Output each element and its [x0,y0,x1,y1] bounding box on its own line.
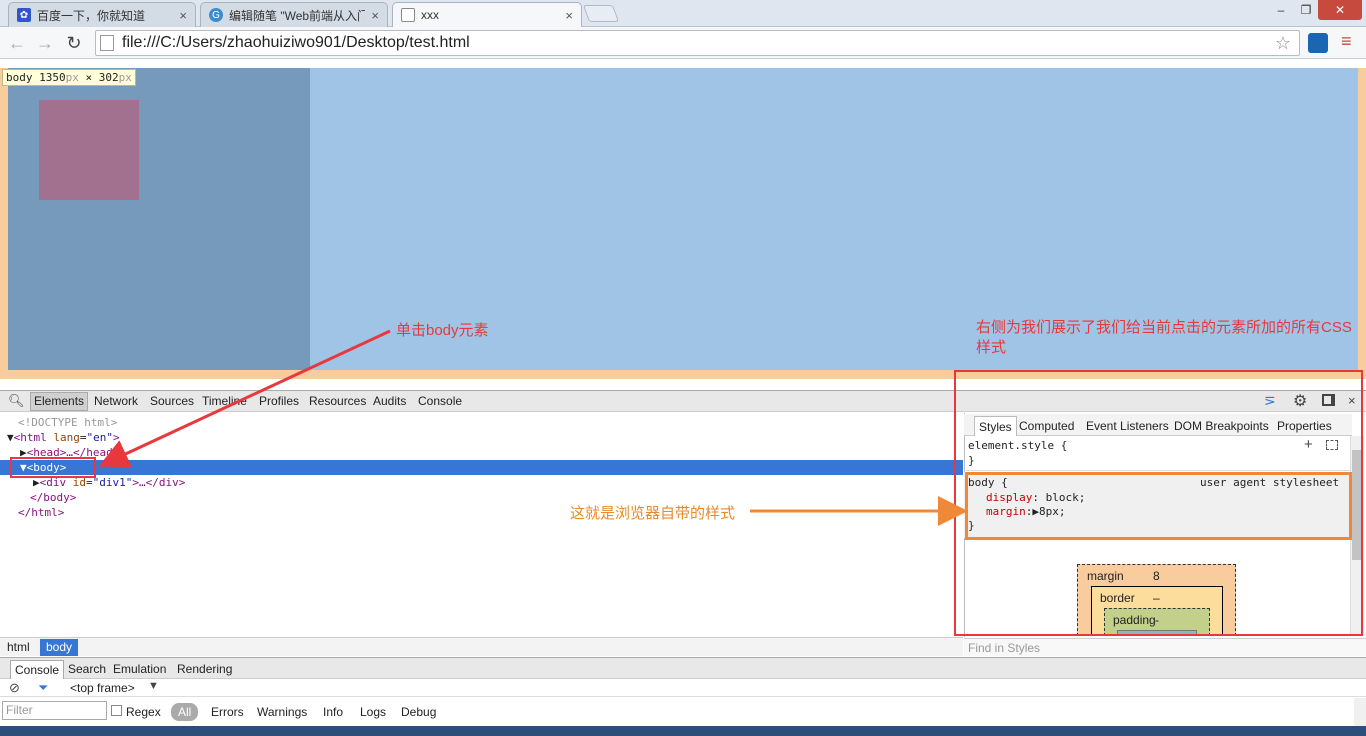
frame-select[interactable]: <top frame> [70,681,135,695]
level-debug[interactable]: Debug [397,703,440,721]
regex-label: Regex [126,705,161,719]
drawer-tab-search[interactable]: Search [64,660,110,679]
annotation-arrows [98,329,968,526]
os-taskbar [0,726,1366,736]
drawer-tab-emulation[interactable]: Emulation [109,660,170,679]
console-toolbar: ⊘ ⏷ <top frame> ▼ [0,679,1366,697]
console-scrollbar[interactable] [1354,698,1366,726]
chevron-down-icon[interactable]: ▼ [148,680,159,692]
level-errors[interactable]: Errors [207,703,248,721]
level-all[interactable]: All [171,703,199,721]
console-filter-bar: Filter Regex All Errors Warnings Info Lo… [0,698,1366,726]
console-filter-input[interactable]: Filter [2,701,107,720]
level-logs[interactable]: Logs [356,703,390,721]
filter-funnel-icon[interactable]: ⏷ [38,680,48,696]
level-warnings[interactable]: Warnings [253,703,311,721]
red-arrow [98,329,391,468]
regex-checkbox[interactable] [111,705,122,716]
clear-console-icon[interactable]: ⊘ [9,680,20,696]
drawer-tab-console[interactable]: Console [10,660,65,679]
drawer-tab-rendering[interactable]: Rendering [173,660,236,679]
drawer-tabs: Console Search Emulation Rendering [0,657,1366,679]
level-info[interactable]: Info [319,703,347,721]
